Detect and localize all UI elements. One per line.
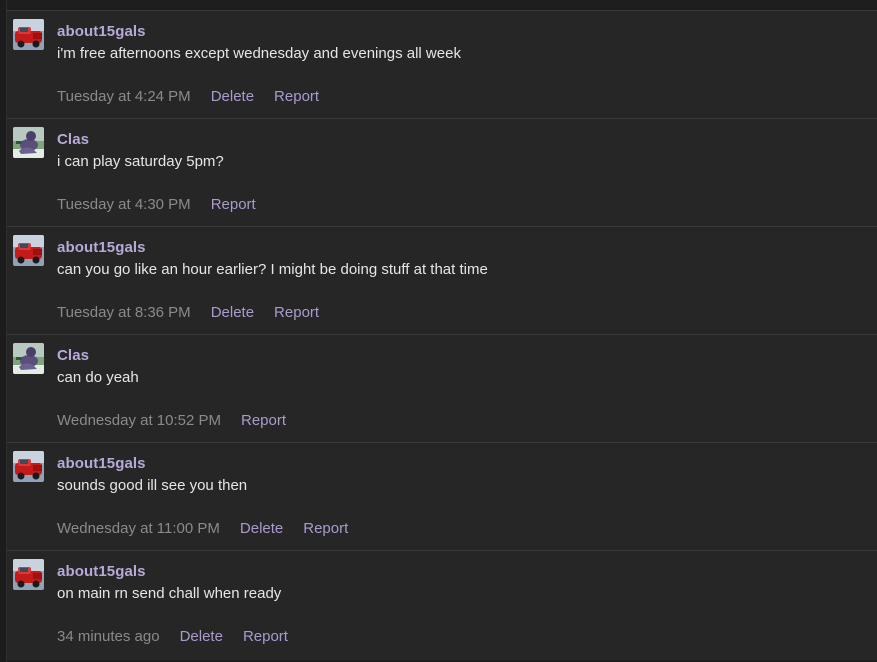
red-car-avatar-icon (13, 19, 44, 50)
report-link[interactable]: Report (241, 412, 286, 429)
message-thread: about15gals i'm free afternoons except w… (7, 10, 877, 660)
message-item: about15gals on main rn send chall when r… (7, 550, 877, 660)
report-link[interactable]: Report (211, 196, 256, 213)
username[interactable]: Clas (57, 131, 89, 148)
message-item: about15gals i'm free afternoons except w… (7, 10, 877, 118)
timestamp[interactable]: Wednesday at 10:52 PM (57, 412, 221, 429)
message-text: sounds good ill see you then (57, 477, 248, 494)
red-car-avatar-icon (13, 559, 44, 590)
message-item: about15gals sounds good ill see you then… (7, 442, 877, 550)
timestamp[interactable]: Tuesday at 8:36 PM (57, 304, 191, 321)
purple-figure-avatar-icon (13, 127, 44, 158)
timestamp[interactable]: Tuesday at 4:30 PM (57, 196, 191, 213)
username[interactable]: about15gals (57, 239, 146, 256)
timestamp[interactable]: 34 minutes ago (57, 628, 160, 645)
message-meta: 34 minutes ago Delete Report (57, 628, 288, 645)
avatar[interactable] (13, 559, 44, 590)
message-meta: Tuesday at 8:36 PM Delete Report (57, 304, 319, 321)
message-text: can you go like an hour earlier? I might… (57, 261, 488, 278)
report-link[interactable]: Report (274, 304, 319, 321)
red-car-avatar-icon (13, 451, 44, 482)
left-edge (0, 0, 7, 662)
avatar[interactable] (13, 127, 44, 158)
avatar[interactable] (13, 235, 44, 266)
message-meta: Wednesday at 11:00 PM Delete Report (57, 520, 348, 537)
delete-link[interactable]: Delete (211, 88, 254, 105)
avatar[interactable] (13, 451, 44, 482)
message-text: i'm free afternoons except wednesday and… (57, 45, 461, 62)
purple-figure-avatar-icon (13, 343, 44, 374)
message-item: Clas i can play saturday 5pm? Tuesday at… (7, 118, 877, 226)
timestamp[interactable]: Wednesday at 11:00 PM (57, 520, 220, 537)
message-text: on main rn send chall when ready (57, 585, 282, 602)
delete-link[interactable]: Delete (180, 628, 223, 645)
timestamp[interactable]: Tuesday at 4:24 PM (57, 88, 191, 105)
delete-link[interactable]: Delete (211, 304, 254, 321)
username[interactable]: about15gals (57, 563, 146, 580)
username[interactable]: Clas (57, 347, 89, 364)
report-link[interactable]: Report (274, 88, 319, 105)
message-item: about15gals can you go like an hour earl… (7, 226, 877, 334)
red-car-avatar-icon (13, 235, 44, 266)
report-link[interactable]: Report (243, 628, 288, 645)
message-meta: Tuesday at 4:24 PM Delete Report (57, 88, 319, 105)
message-meta: Wednesday at 10:52 PM Report (57, 412, 286, 429)
message-text: i can play saturday 5pm? (57, 153, 224, 170)
message-meta: Tuesday at 4:30 PM Report (57, 196, 256, 213)
delete-link[interactable]: Delete (240, 520, 283, 537)
username[interactable]: about15gals (57, 455, 146, 472)
username[interactable]: about15gals (57, 23, 146, 40)
report-link[interactable]: Report (303, 520, 348, 537)
message-item: Clas can do yeah Wednesday at 10:52 PM R… (7, 334, 877, 442)
avatar[interactable] (13, 343, 44, 374)
avatar[interactable] (13, 19, 44, 50)
conversation-window: about15gals i'm free afternoons except w… (0, 0, 877, 662)
message-text: can do yeah (57, 369, 139, 386)
